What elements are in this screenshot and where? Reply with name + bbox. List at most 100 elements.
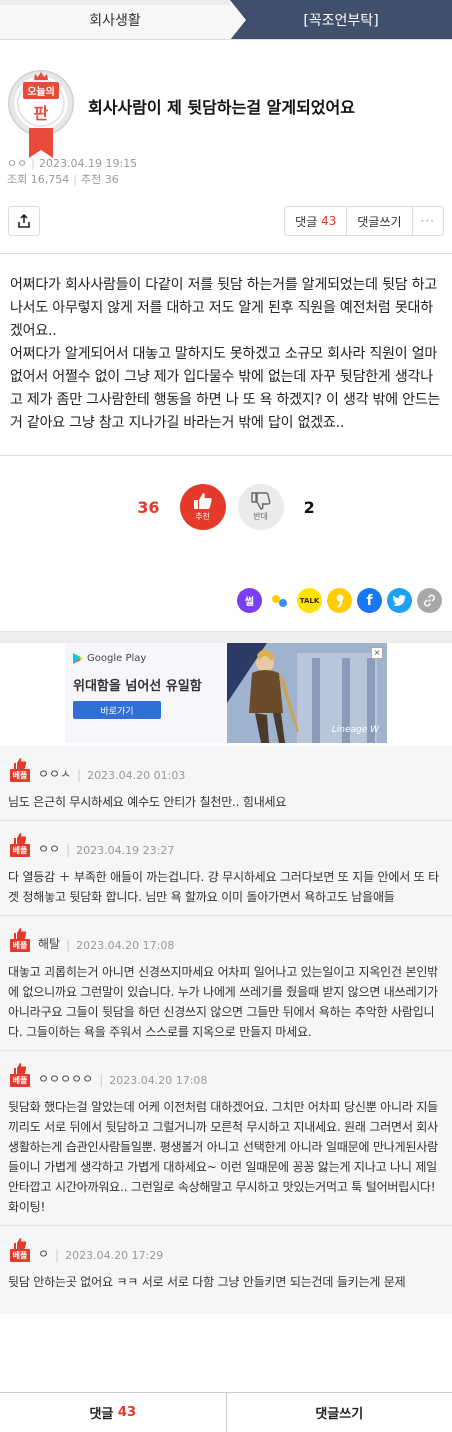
comment-separator: | xyxy=(55,1248,60,1262)
comment-list: 베플 ㅇㅇㅅ | 2023.04.20 01:03 님도 은근히 무시하세요 예수도… xyxy=(0,746,452,1314)
breadcrumb-board-label: [꼭조언부탁] xyxy=(303,12,379,29)
thumbs-up-icon xyxy=(14,1238,27,1249)
bottom-write-label: 댓글쓰기 xyxy=(315,1407,364,1422)
post-title: 회사사람이 제 뒷담하는걸 알게되었어요 xyxy=(88,98,355,117)
comment-item: 베플 ㅇ | 2023.04.20 17:29 뒷담 안하는곳 없어요 ㅋㅋ 서로 … xyxy=(0,1226,452,1300)
post-actions: 댓글 43 댓글쓰기 ··· xyxy=(0,188,452,236)
comment-header: 베플 ㅇ | 2023.04.20 17:29 xyxy=(8,1226,444,1262)
badge-line1: 오늘의 xyxy=(23,82,59,99)
kakao-comma-share-icon[interactable] xyxy=(327,588,352,613)
bottom-write-button[interactable]: 댓글쓰기 xyxy=(227,1393,452,1432)
thumbs-up-icon xyxy=(14,1063,27,1074)
thumbs-down-icon xyxy=(250,492,270,510)
best-tag: 베플 xyxy=(9,1074,31,1087)
google-play-brand: Google Play xyxy=(73,653,146,664)
best-comment-badge: 베플 xyxy=(8,1238,32,1262)
comment-date: 2023.04.20 17:08 xyxy=(109,1074,208,1087)
more-button[interactable]: ··· xyxy=(413,207,443,235)
upvote-label: 추천 xyxy=(195,512,210,521)
thumbs-up-icon xyxy=(193,493,212,509)
downvote-count: 2 xyxy=(303,497,315,517)
comment-item: 베플 ㅇㅇ | 2023.04.19 23:27 다 열등감 ＋ 부족한 애들이 까… xyxy=(0,821,452,916)
thumbs-up-icon xyxy=(14,928,27,939)
comment-item: 베플 ㅇㅇㅇㅇㅇ | 2023.04.20 17:08 뒷담화 했다는걸 알았는데 … xyxy=(0,1051,452,1226)
best-comment-badge: 베플 xyxy=(8,928,32,952)
comment-separator: | xyxy=(66,938,71,952)
ad-headline: 위대함을 넘어선 유일함 xyxy=(73,679,202,694)
comment-author[interactable]: 해탈 xyxy=(38,935,60,952)
comment-author[interactable]: ㅇㅇ xyxy=(38,840,60,857)
comment-header: 베플 해탈 | 2023.04.20 17:08 xyxy=(8,916,444,952)
breadcrumb-arrow xyxy=(230,0,246,40)
section-separator xyxy=(0,631,452,643)
bottom-comment-label: 댓글 xyxy=(89,1407,114,1422)
best-comment-badge: 베플 xyxy=(8,758,32,782)
breadcrumb-board[interactable]: [꼭조언부탁] xyxy=(230,0,452,39)
ssul-share-icon[interactable]: 썰 xyxy=(237,588,262,613)
comment-text: 다 열등감 ＋ 부족한 애들이 까는겁니다. 걍 무시하세요 그러다보면 또 지… xyxy=(8,870,439,904)
comment-label: 댓글 xyxy=(295,214,318,229)
post-meta: ㅇㅇ | 2023.04.19 19:15 조회 16,754 | 추천 36 xyxy=(0,156,452,188)
post-views: 조회 16,754 xyxy=(7,173,70,186)
write-comment-button[interactable]: 댓글쓰기 xyxy=(347,207,413,235)
upvote-button[interactable]: 추천 xyxy=(179,484,226,530)
post-body: 어쩌다가 회사사람들이 다같이 저를 뒷담 하는거를 알게되었는데 뒷담 하고 … xyxy=(0,254,452,435)
comment-item: 베플 ㅇㅇㅅ | 2023.04.20 01:03 님도 은근히 무시하세요 예수도… xyxy=(0,746,452,821)
meta-separator: | xyxy=(31,157,35,170)
comment-text: 뒷담화 했다는걸 알았는데 어케 이전처럼 대하겠어요. 그치만 어차피 당신뿐… xyxy=(8,1100,439,1214)
upvote-count: 36 xyxy=(137,497,160,517)
comment-count-button[interactable]: 댓글 43 xyxy=(285,207,348,235)
facebook-share-icon[interactable]: f xyxy=(357,588,382,613)
comment-date: 2023.04.20 01:03 xyxy=(87,769,186,782)
kakaotalk-share-icon[interactable]: TALK xyxy=(297,588,322,613)
ssul-share-label: 썰 xyxy=(244,597,255,608)
comment-separator: | xyxy=(99,1073,104,1087)
thumbs-up-icon xyxy=(14,758,27,769)
kakaostory-share-icon[interactable] xyxy=(267,588,292,613)
post-action-group: 댓글 43 댓글쓰기 ··· xyxy=(284,206,444,236)
comment-text: 님도 은근히 무시하세요 예수도 안티가 칠천만.. 힘내세요 xyxy=(8,795,287,809)
post-recommends: 추천 36 xyxy=(80,173,119,186)
comment-author[interactable]: ㅇ xyxy=(38,1245,49,1262)
meta-separator: | xyxy=(73,173,77,186)
comment-text: 뒷담 안하는곳 없어요 ㅋㅋ 서로 서로 다함 그냥 안들키면 되는건데 들키는… xyxy=(8,1275,406,1289)
link-share-icon[interactable] xyxy=(417,588,442,613)
downvote-button[interactable]: 반대 xyxy=(237,484,284,530)
badge-inner: 오늘의 판 xyxy=(17,79,65,127)
facebook-share-label: f xyxy=(366,592,373,609)
breadcrumb-category[interactable]: 회사생활 xyxy=(0,0,230,39)
write-comment-label: 댓글쓰기 xyxy=(357,214,402,229)
post-content: 어쩌다가 회사사람들이 다같이 저를 뒷담 하는거를 알게되었는데 뒷담 하고 … xyxy=(10,277,441,431)
twitter-share-icon[interactable] xyxy=(387,588,412,613)
ad-cta-button[interactable]: 바로가기 xyxy=(73,701,161,719)
post-date: 2023.04.19 19:15 xyxy=(38,157,138,170)
crown-icon xyxy=(34,72,48,80)
bird-icon xyxy=(393,595,406,606)
bottom-comment-button[interactable]: 댓글 43 xyxy=(0,1393,227,1432)
ad-banner[interactable]: Google Play 위대함을 넘어선 유일함 바로가기 Lineage W … xyxy=(65,643,387,743)
share-button[interactable] xyxy=(8,206,40,236)
ad-container: Google Play 위대함을 넘어선 유일함 바로가기 Lineage W … xyxy=(0,643,452,743)
best-comment-badge: 베플 xyxy=(8,833,32,857)
best-tag: 베플 xyxy=(9,844,31,857)
post-header: 오늘의 판 회사사람이 제 뒷담하는걸 알게되었어요 xyxy=(0,40,452,158)
comment-item: 베플 해탈 | 2023.04.20 17:08 대놓고 괴롭히는거 아니면 신경쓰… xyxy=(0,916,452,1051)
ad-store-label: Google Play xyxy=(87,653,147,664)
post-author[interactable]: ㅇㅇ xyxy=(7,157,27,170)
ad-close-icon[interactable]: × xyxy=(371,647,383,659)
best-tag: 베플 xyxy=(9,769,31,782)
comment-author[interactable]: ㅇㅇㅇㅇㅇ xyxy=(38,1070,93,1087)
comment-separator: | xyxy=(66,843,71,857)
best-tag: 베플 xyxy=(9,939,31,952)
comment-author[interactable]: ㅇㅇㅅ xyxy=(38,765,71,782)
badge-line2: 판 xyxy=(33,104,49,123)
comment-date: 2023.04.19 23:27 xyxy=(76,844,175,857)
comment-separator: | xyxy=(77,768,82,782)
comment-header: 베플 ㅇㅇ | 2023.04.19 23:27 xyxy=(8,821,444,857)
best-tag: 베플 xyxy=(9,1249,31,1262)
comment-header: 베플 ㅇㅇㅇㅇㅇ | 2023.04.20 17:08 xyxy=(8,1051,444,1087)
comment-count: 43 xyxy=(321,214,337,228)
breadcrumb-category-label: 회사생활 xyxy=(89,12,141,29)
vote-section: 36 추천 반대 2 xyxy=(0,466,452,548)
comma-icon xyxy=(336,594,343,608)
